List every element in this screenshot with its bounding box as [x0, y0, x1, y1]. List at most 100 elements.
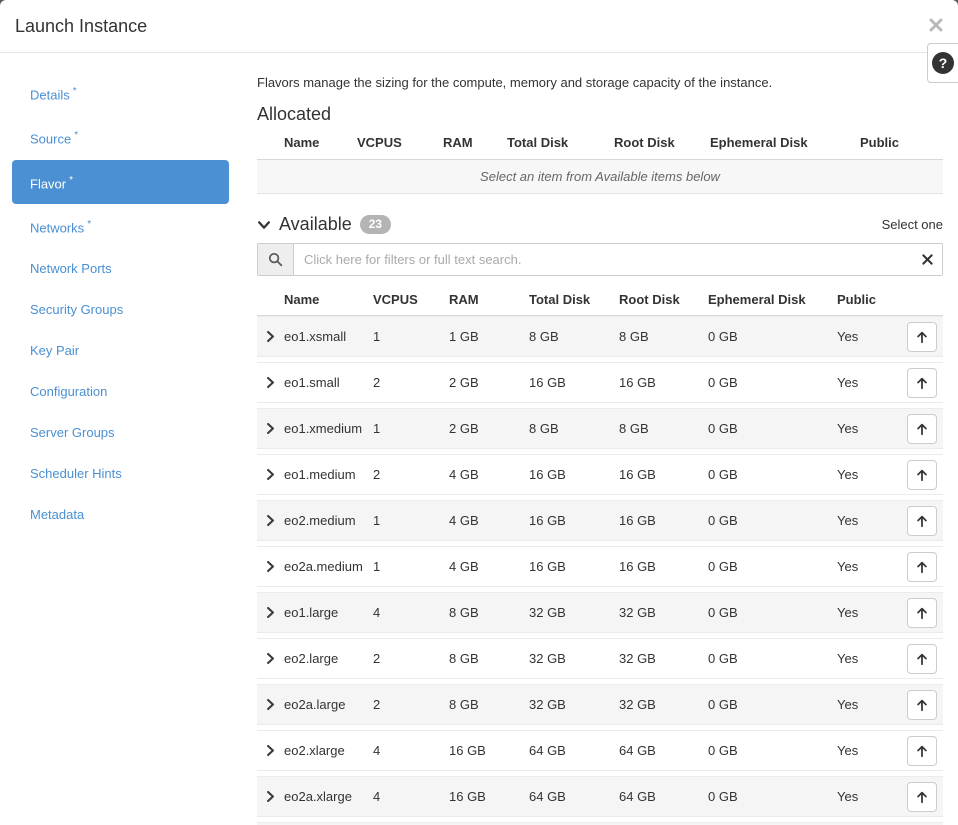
clear-search-icon[interactable] [912, 244, 942, 275]
sidebar-item-network-ports[interactable]: Network Ports [12, 248, 229, 289]
sidebar-item-security-groups[interactable]: Security Groups [12, 289, 229, 330]
allocated-empty-text: Select an item from Available items belo… [480, 169, 720, 184]
available-heading-group[interactable]: Available 23 [257, 214, 391, 235]
sidebar-item-label: Networks [30, 220, 84, 235]
sidebar-item-server-groups[interactable]: Server Groups [12, 412, 229, 453]
allocate-flavor-button[interactable] [907, 782, 937, 812]
sidebar-item-label: Key Pair [30, 343, 79, 358]
flavor-row: eo1.xsmall11 GB8 GB8 GB0 GBYes [257, 316, 943, 357]
cell-ephemeral-disk: 0 GB [708, 697, 837, 712]
cell-root-disk: 32 GB [619, 651, 708, 666]
cell-root-disk: 16 GB [619, 559, 708, 574]
cell-root-disk: 8 GB [619, 329, 708, 344]
arrow-up-icon [915, 468, 929, 482]
chevron-right-icon[interactable] [257, 698, 284, 711]
sidebar-item-source[interactable]: Source* [12, 115, 229, 159]
cell-ephemeral-disk: 0 GB [708, 467, 837, 482]
cell-public: Yes [837, 375, 900, 390]
cell-vcpus: 1 [373, 329, 449, 344]
cell-name: eo1.medium [284, 467, 373, 482]
modal-body: Details*Source*Flavor*Networks*Network P… [0, 53, 958, 825]
cell-name: eo2a.xlarge [284, 789, 373, 804]
column-header-ram: RAM [443, 135, 507, 150]
cell-ram: 8 GB [449, 605, 529, 620]
allocate-flavor-button[interactable] [907, 644, 937, 674]
chevron-right-icon[interactable] [257, 422, 284, 435]
cell-ephemeral-disk: 0 GB [708, 421, 837, 436]
flavor-row: eo2a.large28 GB32 GB32 GB0 GBYes [257, 684, 943, 725]
arrow-up-icon [915, 698, 929, 712]
cell-root-disk: 8 GB [619, 421, 708, 436]
cell-root-disk: 32 GB [619, 697, 708, 712]
sidebar-item-scheduler-hints[interactable]: Scheduler Hints [12, 453, 229, 494]
arrow-up-icon [915, 330, 929, 344]
arrow-up-icon [915, 514, 929, 528]
cell-ephemeral-disk: 0 GB [708, 559, 837, 574]
close-icon[interactable] [927, 16, 945, 34]
cell-ram: 4 GB [449, 467, 529, 482]
chevron-right-icon[interactable] [257, 330, 284, 343]
arrow-up-icon [915, 790, 929, 804]
column-header-total-disk: Total Disk [507, 135, 614, 150]
allocate-flavor-button[interactable] [907, 322, 937, 352]
cell-public: Yes [837, 605, 900, 620]
cell-total-disk: 8 GB [529, 329, 619, 344]
chevron-right-icon[interactable] [257, 376, 284, 389]
column-header-vcpus: VCPUS [357, 135, 443, 150]
cell-vcpus: 1 [373, 421, 449, 436]
modal-header: Launch Instance [0, 0, 958, 53]
allocate-flavor-button[interactable] [907, 506, 937, 536]
arrow-up-icon [915, 422, 929, 436]
allocate-flavor-button[interactable] [907, 736, 937, 766]
cell-vcpus: 2 [373, 651, 449, 666]
cell-ephemeral-disk: 0 GB [708, 513, 837, 528]
sidebar-item-label: Source [30, 132, 71, 147]
cell-ram: 8 GB [449, 697, 529, 712]
allocate-flavor-button[interactable] [907, 552, 937, 582]
cell-total-disk: 16 GB [529, 375, 619, 390]
flavor-row: eo1.large48 GB32 GB32 GB0 GBYes [257, 592, 943, 633]
column-header-ram: RAM [449, 292, 529, 307]
cell-vcpus: 4 [373, 743, 449, 758]
select-one-hint: Select one [882, 217, 943, 232]
chevron-right-icon[interactable] [257, 468, 284, 481]
cell-ephemeral-disk: 0 GB [708, 789, 837, 804]
arrow-up-icon [915, 606, 929, 620]
sidebar-item-label: Scheduler Hints [30, 466, 122, 481]
help-button[interactable]: ? [927, 43, 958, 83]
cell-name: eo2.medium [284, 513, 373, 528]
sidebar-item-networks[interactable]: Networks* [12, 204, 229, 248]
cell-ram: 4 GB [449, 559, 529, 574]
allocate-flavor-button[interactable] [907, 368, 937, 398]
column-header-total-disk: Total Disk [529, 292, 619, 307]
search-icon [258, 244, 294, 275]
cell-public: Yes [837, 559, 900, 574]
sidebar-item-label: Flavor [30, 176, 66, 191]
cell-name: eo2a.medium [284, 559, 373, 574]
chevron-right-icon[interactable] [257, 744, 284, 757]
sidebar-item-metadata[interactable]: Metadata [12, 494, 229, 535]
column-header-vcpus: VCPUS [373, 292, 449, 307]
cell-public: Yes [837, 421, 900, 436]
cell-total-disk: 16 GB [529, 559, 619, 574]
sidebar-item-details[interactable]: Details* [12, 71, 229, 115]
chevron-right-icon[interactable] [257, 790, 284, 803]
cell-public: Yes [837, 697, 900, 712]
sidebar-item-key-pair[interactable]: Key Pair [12, 330, 229, 371]
chevron-right-icon[interactable] [257, 606, 284, 619]
sidebar-item-configuration[interactable]: Configuration [12, 371, 229, 412]
sidebar-item-flavor[interactable]: Flavor* [12, 160, 229, 204]
allocate-flavor-button[interactable] [907, 690, 937, 720]
cell-ram: 4 GB [449, 513, 529, 528]
chevron-right-icon[interactable] [257, 514, 284, 527]
chevron-right-icon[interactable] [257, 560, 284, 573]
search-input[interactable] [294, 244, 912, 275]
cell-name: eo2.xlarge [284, 743, 373, 758]
allocate-flavor-button[interactable] [907, 460, 937, 490]
chevron-right-icon[interactable] [257, 652, 284, 665]
cell-root-disk: 32 GB [619, 605, 708, 620]
allocate-flavor-button[interactable] [907, 414, 937, 444]
allocate-flavor-button[interactable] [907, 598, 937, 628]
cell-public: Yes [837, 329, 900, 344]
flavor-step-content: Flavors manage the sizing for the comput… [241, 53, 958, 825]
